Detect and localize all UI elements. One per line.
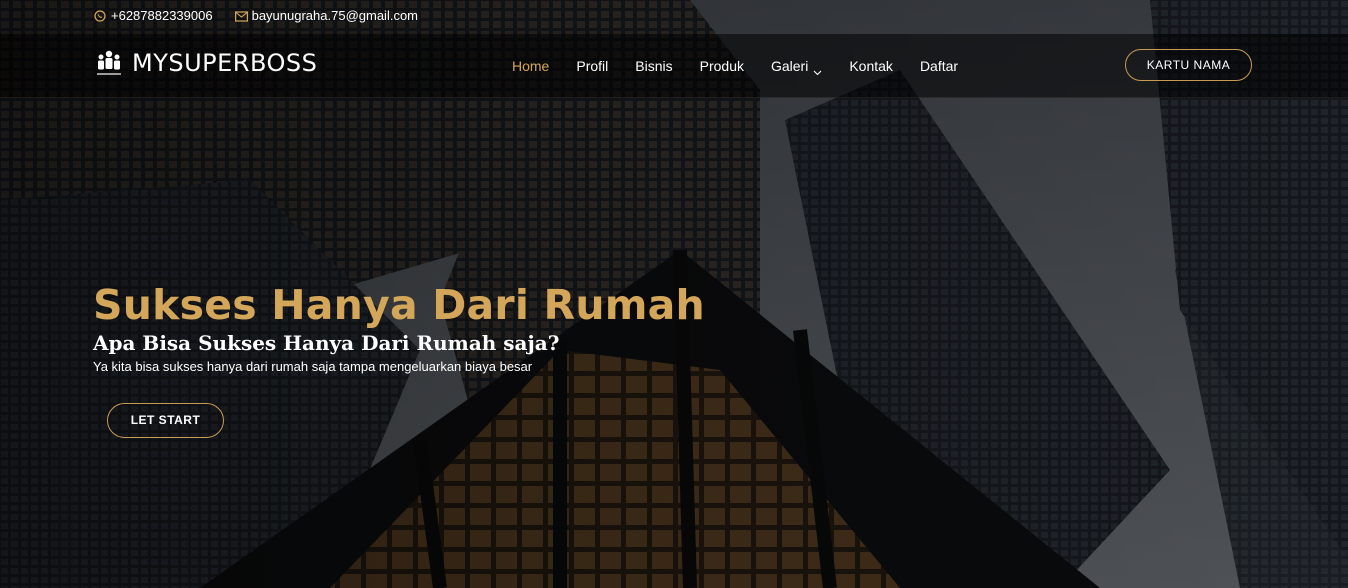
hero-title: Sukses Hanya Dari Rumah <box>93 281 705 329</box>
email-contact[interactable]: bayunugraha.75@gmail.com <box>234 8 418 23</box>
nav-item-bisnis[interactable]: Bisnis <box>635 58 672 74</box>
kartu-nama-button[interactable]: KARTU NAMA <box>1125 49 1252 81</box>
phone-number: +6287882339006 <box>111 8 213 23</box>
envelope-icon <box>234 10 248 22</box>
site-header: MYSUPERBOSS Home Profil Bisnis Produk Ga… <box>0 34 1348 98</box>
hero-description: Ya kita bisa sukses hanya dari rumah saj… <box>93 359 533 374</box>
let-start-button[interactable]: LET START <box>107 403 224 438</box>
email-address: bayunugraha.75@gmail.com <box>251 8 418 23</box>
whatsapp-icon <box>94 9 106 22</box>
main-nav: Home Profil Bisnis Produk Galeri Kontak … <box>512 34 958 97</box>
site-logo[interactable]: MYSUPERBOSS <box>96 48 317 78</box>
topbar: +6287882339006 bayunugraha.75@gmail.com <box>0 0 1348 34</box>
phone-contact[interactable]: +6287882339006 <box>94 8 213 23</box>
logo-text: MYSUPERBOSS <box>132 49 318 77</box>
nav-item-produk[interactable]: Produk <box>700 58 744 74</box>
nav-item-home[interactable]: Home <box>512 58 549 74</box>
nav-item-kontak[interactable]: Kontak <box>849 58 893 74</box>
chevron-down-icon <box>813 63 822 75</box>
nav-item-galeri-label: Galeri <box>770 57 809 74</box>
people-group-icon <box>96 48 122 78</box>
nav-item-profil[interactable]: Profil <box>576 58 608 74</box>
nav-item-daftar[interactable]: Daftar <box>920 58 958 74</box>
nav-item-galeri[interactable]: Galeri <box>770 57 822 75</box>
hero-subtitle: Apa Bisa Sukses Hanya Dari Rumah saja? <box>93 331 560 355</box>
